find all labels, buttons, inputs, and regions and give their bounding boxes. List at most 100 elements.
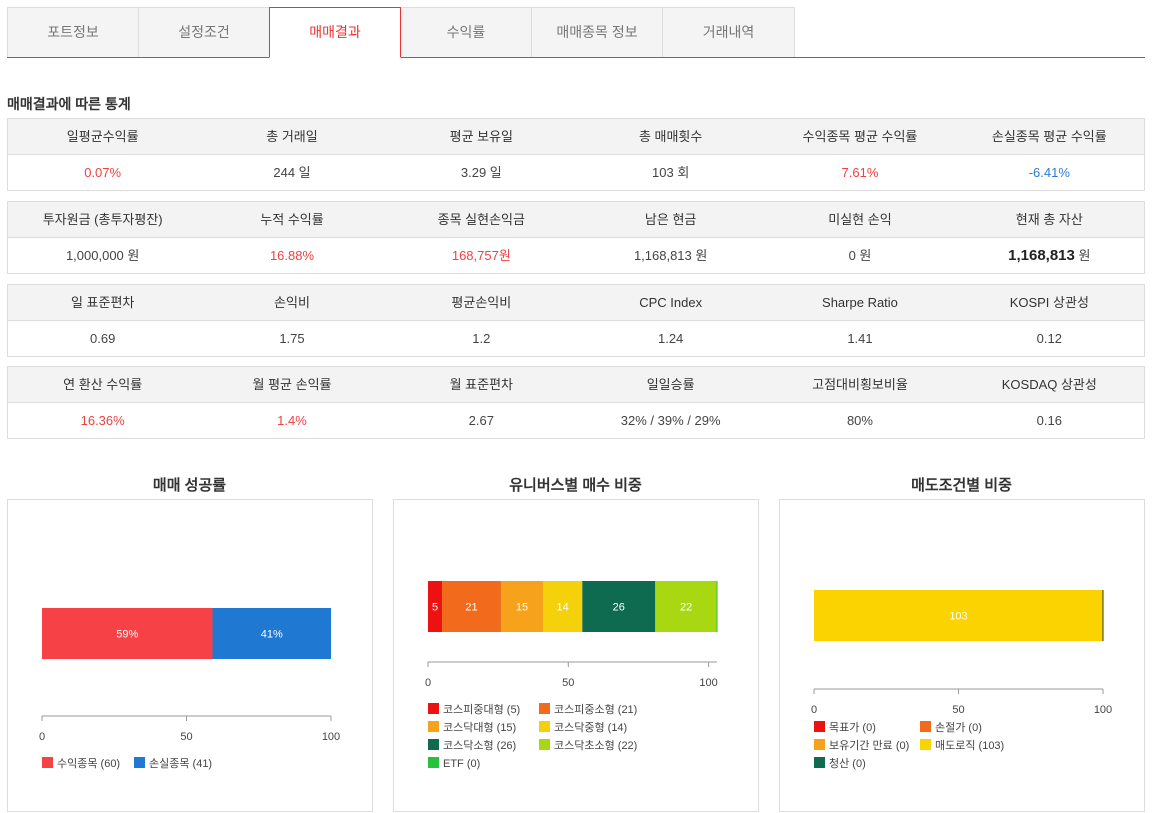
bar-data-label: 15 xyxy=(516,602,528,614)
legend-item[interactable]: ETF (0) xyxy=(428,757,480,771)
legend-item[interactable]: 코스피중소형 (21) xyxy=(539,703,637,717)
stat-value: 1.41 xyxy=(847,331,873,346)
bar-data-label: 59% xyxy=(116,629,138,641)
legend-label: ETF (0) xyxy=(443,758,481,770)
legend-swatch xyxy=(814,721,825,732)
legend-swatch xyxy=(428,739,439,750)
legend-item[interactable]: 목표가 (0) xyxy=(814,721,876,735)
legend-label: 보유기간 만료 (0) xyxy=(829,740,910,752)
stat-value: 16.36% xyxy=(80,413,125,428)
legend-label: 목표가 (0) xyxy=(829,722,876,734)
legend-swatch xyxy=(539,703,550,714)
legend-label: 코스피중대형 (5) xyxy=(443,704,521,716)
stat-header: 누적 수익률 xyxy=(260,212,324,227)
bar-data-label: 41% xyxy=(261,629,283,641)
legend-item[interactable]: 코스닥소형 (26) xyxy=(428,739,516,753)
legend-item[interactable]: 코스닥대형 (15) xyxy=(428,721,516,735)
legend-swatch xyxy=(539,721,550,732)
x-tick-label: 0 xyxy=(39,731,45,743)
total-assets-unit: 원 xyxy=(1074,248,1091,263)
tab-returns[interactable]: 수익률 xyxy=(400,7,532,57)
legend-item[interactable]: 코스피중대형 (5) xyxy=(428,703,520,717)
x-tick-label: 100 xyxy=(1094,704,1112,716)
stat-value: 32% / 39% / 29% xyxy=(620,413,721,428)
x-tick-label: 50 xyxy=(952,704,964,716)
stat-value: 1,168,813 원 xyxy=(633,248,708,263)
stat-value: 168,757원 xyxy=(451,248,511,263)
chart-success-rate: 59% 41% 0 50 100 수익종목 (60) 손실종목 (41) xyxy=(7,499,373,812)
stat-header: 일 표준편차 xyxy=(70,295,135,310)
legend-label: 손실종목 (41) xyxy=(149,758,213,770)
stat-value: 0 원 xyxy=(848,248,872,263)
tab-bar: 포트정보 설정조건 매매결과 수익률 매매종목 정보 거래내역 xyxy=(7,7,1145,58)
legend-swatch xyxy=(920,739,931,750)
stat-header: 일평균수익률 xyxy=(66,129,139,144)
stat-header: 연 환산 수익률 xyxy=(63,377,143,392)
stat-header: 미실현 손익 xyxy=(828,212,892,227)
stat-value: 244 일 xyxy=(273,165,311,180)
legend-item[interactable]: 손절가 (0) xyxy=(920,721,982,735)
legend-item[interactable]: 코스닥중형 (14) xyxy=(539,721,627,735)
stat-value: 0.07% xyxy=(84,165,122,180)
stat-value: 2.67 xyxy=(468,413,494,428)
x-tick-label: 0 xyxy=(425,677,431,689)
legend-swatch xyxy=(428,757,439,768)
stat-value: 0.69 xyxy=(90,331,116,346)
legend-item[interactable]: 수익종목 (60) xyxy=(42,757,120,771)
stat-header: 종목 실현손익금 xyxy=(437,212,525,227)
stats-table-3: 일 표준편차 손익비 평균손익비 CPC Index Sharpe Ratio … xyxy=(7,284,1145,357)
stat-value: 80% xyxy=(846,413,873,428)
stat-header: 평균 보유일 xyxy=(449,129,514,144)
stat-header: CPC Index xyxy=(639,295,703,310)
stat-header: 손실종목 평균 수익률 xyxy=(991,129,1107,144)
tab-port-info[interactable]: 포트정보 xyxy=(7,7,139,57)
stat-header: Sharpe Ratio xyxy=(822,295,898,310)
stat-value: 1.24 xyxy=(657,331,684,346)
chart-universe-ratio: 5 21 15 14 26 22 0 50 100 코스피중대형 (5) 코스피중소형 (21) 코… xyxy=(393,499,759,812)
tab-trade-results[interactable]: 매매결과 xyxy=(269,7,401,58)
legend-label: 코스닥초소형 (22) xyxy=(554,740,638,752)
stat-header: 평균손익비 xyxy=(451,295,512,310)
stat-header: 월 표준편차 xyxy=(449,377,514,392)
stats-table-4: 연 환산 수익률 월 평균 손익률 월 표준편차 일일승률 고점대비횡보비율 K… xyxy=(7,366,1145,439)
stat-header: 총 매매횟수 xyxy=(638,129,703,144)
x-tick-label: 50 xyxy=(180,731,192,743)
legend-item[interactable]: 보유기간 만료 (0) xyxy=(814,739,909,753)
stat-value: 7.61% xyxy=(841,165,879,180)
total-assets-number: 1,168,813 xyxy=(1008,247,1075,264)
legend-label: 청산 (0) xyxy=(829,758,866,770)
stat-value: 3.29 일 xyxy=(460,165,502,180)
bar-data-label: 103 xyxy=(949,611,967,623)
stat-value: 0.16 xyxy=(1036,413,1062,428)
legend-label: 수익종목 (60) xyxy=(57,758,121,770)
stat-header: 일일승률 xyxy=(646,377,695,392)
tab-settings[interactable]: 설정조건 xyxy=(138,7,270,57)
tab-trade-stock-info[interactable]: 매매종목 정보 xyxy=(531,7,663,57)
legend-item[interactable]: 매도로직 (103) xyxy=(920,739,1004,753)
stat-value: 16.88% xyxy=(269,248,315,263)
stat-value: 0.12 xyxy=(1036,331,1062,346)
section-title: 매매결과에 따른 통계 xyxy=(7,96,131,112)
stat-value: 1,000,000 원 xyxy=(65,248,140,263)
legend-label: 코스닥중형 (14) xyxy=(554,722,628,734)
stats-table-2: 투자원금 (총투자평잔) 누적 수익률 종목 실현손익금 남은 현금 미실현 손… xyxy=(7,201,1145,274)
stat-value: 1.4% xyxy=(277,413,307,428)
stat-header: 월 평균 손익률 xyxy=(252,377,332,392)
legend-swatch xyxy=(539,739,550,750)
legend-item[interactable]: 손실종목 (41) xyxy=(134,757,212,771)
bar-data-label: 14 xyxy=(557,602,569,614)
stat-value: 1.2 xyxy=(472,331,491,346)
stat-header: 총 거래일 xyxy=(266,129,318,144)
bar-data-label: 21 xyxy=(465,602,477,614)
legend-item[interactable]: 청산 (0) xyxy=(814,757,866,771)
chart-title-universe-ratio: 유니버스별 매수 비중 xyxy=(509,477,642,494)
stat-header: 현재 총 자산 xyxy=(1015,212,1083,227)
legend-swatch xyxy=(814,739,825,750)
legend-item[interactable]: 코스닥초소형 (22) xyxy=(539,739,637,753)
x-tick-label: 100 xyxy=(322,731,340,743)
chart-title-success-rate: 매매 성공률 xyxy=(152,477,227,494)
stat-value-total-assets: 1,168,813 원 xyxy=(955,238,1144,273)
bar-data-label: 26 xyxy=(613,602,625,614)
tab-trade-history[interactable]: 거래내역 xyxy=(662,7,795,57)
legend-swatch xyxy=(134,757,145,768)
